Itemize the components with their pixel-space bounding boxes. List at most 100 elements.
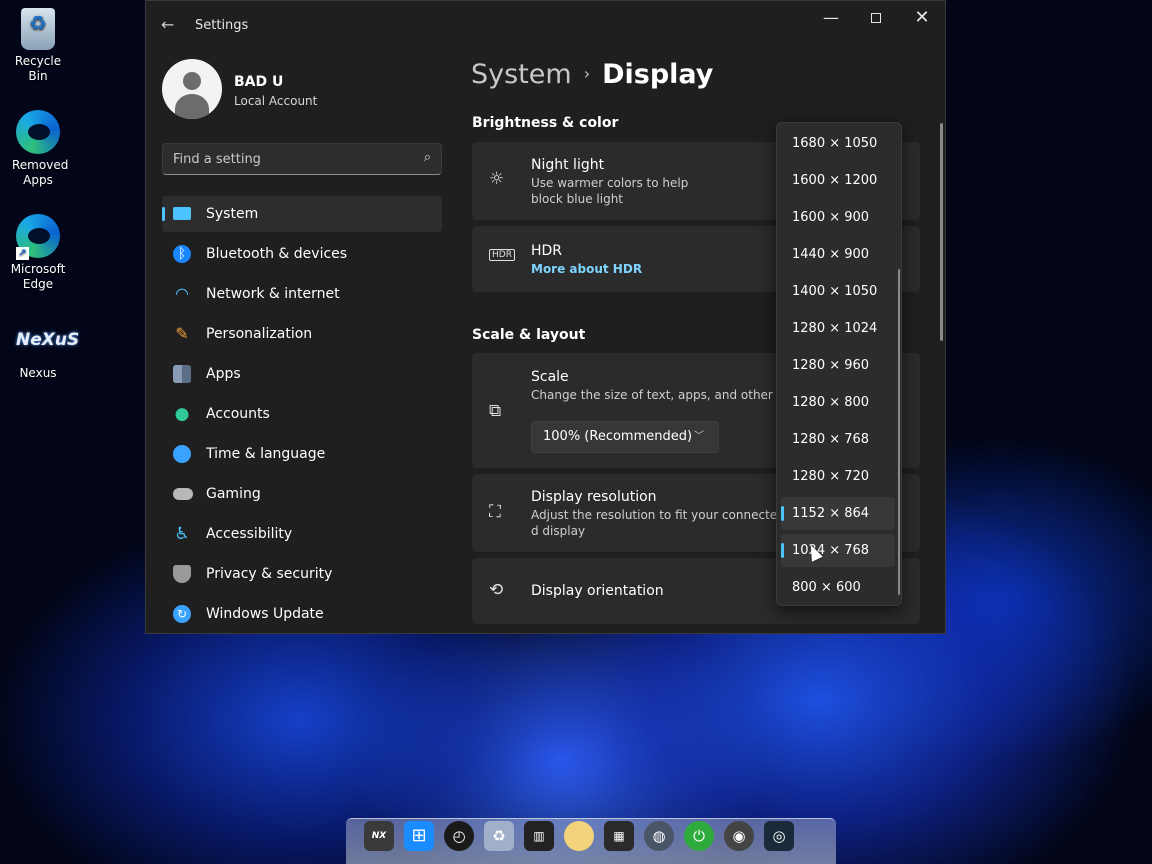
sidebar-item-label: Privacy & security bbox=[206, 566, 333, 582]
sidebar-item-label: Time & language bbox=[206, 446, 326, 462]
user-profile[interactable]: BAD U Local Account bbox=[162, 59, 442, 121]
display-resolution-title: Display resolution bbox=[531, 489, 657, 505]
minimize-button[interactable]: — bbox=[808, 7, 854, 31]
resolution-dropdown: 1680 × 1050 1600 × 1200 1600 × 900 1440 … bbox=[776, 122, 902, 606]
sidebar-item-time-language[interactable]: Time & language bbox=[162, 436, 442, 472]
resolution-option[interactable]: 1280 × 768 bbox=[781, 423, 895, 456]
nexus-icon: NeXuS bbox=[16, 330, 80, 350]
resolution-option-selected[interactable]: 1152 × 864 bbox=[781, 497, 895, 530]
sidebar-item-network[interactable]: ◠ Network & internet bbox=[162, 276, 442, 312]
resolution-option[interactable]: 1280 × 960 bbox=[781, 349, 895, 382]
back-arrow-icon[interactable]: ← bbox=[161, 15, 174, 34]
camera-icon[interactable]: ◎ bbox=[764, 821, 794, 851]
sidebar-item-apps[interactable]: Apps bbox=[162, 356, 442, 392]
desktop-icon-recycle-bin[interactable]: Recycle Bin bbox=[4, 8, 72, 84]
content-scrollbar[interactable] bbox=[940, 123, 943, 341]
calendar-icon[interactable]: ▦ bbox=[604, 821, 634, 851]
sidebar-item-label: Accessibility bbox=[206, 526, 293, 542]
sidebar-item-windows-update[interactable]: ↻ Windows Update bbox=[162, 596, 442, 632]
resolution-option[interactable]: 800 × 600 bbox=[781, 571, 895, 604]
scale-desc: Change the size of text, apps, and other… bbox=[531, 388, 811, 402]
resolution-option[interactable]: 1680 × 1050 bbox=[781, 127, 895, 160]
sidebar-item-label: Apps bbox=[206, 366, 241, 382]
display-orientation-title: Display orientation bbox=[531, 583, 664, 599]
close-button[interactable]: ✕ bbox=[899, 7, 945, 31]
apps-icon bbox=[173, 365, 191, 383]
display-resolution-desc-line1: Adjust the resolution to fit your connec… bbox=[531, 508, 778, 522]
avatar bbox=[162, 59, 222, 119]
globe-icon[interactable]: ◍ bbox=[644, 821, 674, 851]
scale-icon: ⧉ bbox=[489, 401, 502, 421]
sidebar-item-accounts[interactable]: ● Accounts bbox=[162, 396, 442, 432]
dock: NX ⊞ ◴ ♻ ▥ ▦ ◍ ⏻ ◉ ◎ bbox=[346, 818, 836, 864]
sidebar-item-personalization[interactable]: ✎ Personalization bbox=[162, 316, 442, 352]
globe-clock-icon bbox=[173, 445, 191, 463]
sidebar-nav: System ᛒ Bluetooth & devices ◠ Network &… bbox=[162, 196, 442, 633]
monitor-icon bbox=[173, 207, 191, 220]
brush-icon: ✎ bbox=[175, 324, 189, 343]
scale-select-value: 100% (Recommended) bbox=[543, 429, 693, 444]
night-light-desc-line2: block blue light bbox=[531, 192, 624, 206]
power-icon[interactable]: ⏻ bbox=[684, 821, 714, 851]
windows-start-icon[interactable]: ⊞ bbox=[404, 821, 434, 851]
resolution-option[interactable]: 1400 × 1050 bbox=[781, 275, 895, 308]
desktop-icon-microsoft-edge[interactable]: ↗ Microsoft Edge bbox=[4, 214, 72, 292]
resolution-option[interactable]: 1440 × 900 bbox=[781, 238, 895, 271]
more-about-hdr-link[interactable]: More about HDR bbox=[531, 262, 642, 276]
resolution-option[interactable]: 1280 × 720 bbox=[781, 460, 895, 493]
sidebar-item-label: System bbox=[206, 206, 259, 222]
resolution-option[interactable]: 1600 × 900 bbox=[781, 201, 895, 234]
sidebar-item-bluetooth[interactable]: ᛒ Bluetooth & devices bbox=[162, 236, 442, 272]
desktop-icon-label: Removed Apps bbox=[12, 158, 69, 187]
shield-icon bbox=[173, 565, 191, 583]
brightness-icon: ☼ bbox=[489, 169, 505, 189]
maximize-button[interactable] bbox=[853, 7, 899, 31]
desktop-icon-label: Nexus bbox=[19, 366, 57, 380]
search-input[interactable] bbox=[163, 144, 403, 174]
sidebar-item-label: Gaming bbox=[206, 486, 261, 502]
resolution-icon: ⛶ bbox=[489, 502, 501, 522]
sidebar-item-label: Network & internet bbox=[206, 286, 340, 302]
desktop-icon-label: Recycle Bin bbox=[14, 54, 62, 83]
sidebar-item-accessibility[interactable]: ♿ Accessibility bbox=[162, 516, 442, 552]
breadcrumb: System › Display bbox=[471, 59, 713, 99]
chevron-right-icon: › bbox=[583, 64, 591, 83]
recycle-bin-icon[interactable]: ♻ bbox=[484, 821, 514, 851]
resolution-option[interactable]: 1280 × 800 bbox=[781, 386, 895, 419]
sidebar-item-label: Personalization bbox=[206, 326, 313, 342]
sidebar-item-system[interactable]: System bbox=[162, 196, 442, 232]
account-type: Local Account bbox=[234, 94, 318, 108]
dropdown-scrollbar[interactable] bbox=[898, 269, 900, 595]
clock-icon[interactable]: ◴ bbox=[444, 821, 474, 851]
weather-icon[interactable] bbox=[564, 821, 594, 851]
breadcrumb-parent[interactable]: System bbox=[471, 59, 572, 90]
sidebar-item-privacy-security[interactable]: Privacy & security bbox=[162, 556, 442, 592]
person-icon: ● bbox=[174, 404, 190, 424]
edge-icon bbox=[16, 110, 60, 154]
search-icon[interactable]: ⌕ bbox=[424, 150, 431, 165]
resolution-option[interactable]: 1280 × 1024 bbox=[781, 312, 895, 345]
resolution-option-hover[interactable]: 1024 × 768 bbox=[781, 534, 895, 567]
scale-select[interactable]: 100% (Recommended) ﹀ bbox=[531, 421, 719, 453]
accessibility-icon: ♿ bbox=[174, 524, 190, 544]
title-bar: ← Settings — ✕ bbox=[146, 1, 945, 51]
night-light-title: Night light bbox=[531, 157, 605, 173]
window-title: Settings bbox=[195, 18, 249, 33]
desktop-icon-removed-apps[interactable]: Removed Apps bbox=[4, 110, 72, 188]
orientation-icon: ⟲ bbox=[489, 580, 504, 600]
sidebar-item-label: Windows Update bbox=[206, 606, 324, 622]
media-icon[interactable]: ◉ bbox=[724, 821, 754, 851]
display-resolution-desc-line2: d display bbox=[531, 524, 586, 538]
night-light-desc-line1: Use warmer colors to help bbox=[531, 176, 689, 190]
nexus-icon[interactable]: NX bbox=[364, 821, 394, 851]
sidebar-item-gaming[interactable]: Gaming bbox=[162, 476, 442, 512]
desktop-icon-nexus[interactable]: NeXuS Nexus bbox=[4, 318, 80, 381]
cpu-meter-icon[interactable]: ▥ bbox=[524, 821, 554, 851]
section-title-scale-layout: Scale & layout bbox=[472, 327, 586, 343]
resolution-option[interactable]: 1600 × 1200 bbox=[781, 164, 895, 197]
section-title-brightness: Brightness & color bbox=[472, 115, 619, 131]
search-box[interactable]: ⌕ bbox=[162, 143, 442, 175]
sidebar-item-label: Accounts bbox=[206, 406, 270, 422]
user-name: BAD U bbox=[234, 74, 284, 90]
chevron-down-icon: ﹀ bbox=[694, 431, 704, 442]
